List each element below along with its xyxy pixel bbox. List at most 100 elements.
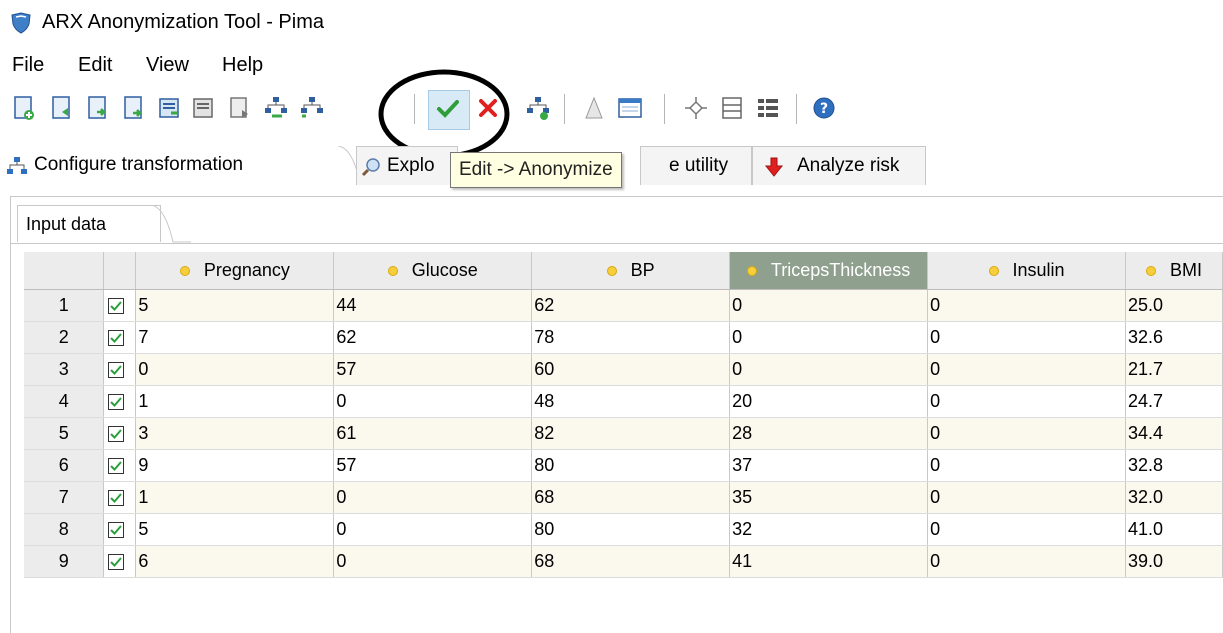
row-checkbox[interactable] [108,330,125,347]
menu-view[interactable]: View [146,54,189,77]
table-cell[interactable]: 0 [927,289,1126,322]
column-header-bp[interactable]: BP [531,252,731,290]
table-cell[interactable]: 78 [531,321,731,354]
table-cell[interactable]: 1 [135,385,335,418]
table-cell[interactable]: 39.0 [1125,545,1223,578]
close-project-icon[interactable] [226,94,254,122]
table-cell[interactable]: 0 [135,353,335,386]
row-checkbox[interactable] [108,298,125,315]
tab-explore[interactable]: Explo [356,146,458,185]
table-cell[interactable]: 32 [729,513,929,546]
open-project-icon[interactable] [48,94,76,122]
table-cell[interactable]: 0 [333,545,533,578]
tab-input-data[interactable]: Input data [17,205,161,242]
table-row[interactable]: 1 5 44 62 0 0 25.0 [24,289,1223,322]
table-cell[interactable]: 0 [927,449,1126,482]
table-cell[interactable]: 7 [135,321,335,354]
save-project-icon[interactable] [84,94,112,122]
table-cell[interactable]: 57 [333,449,533,482]
table-cell[interactable]: 0 [333,481,533,514]
table-row[interactable]: 4 1 0 48 20 0 24.7 [24,385,1223,418]
table-cell[interactable]: 68 [531,481,731,514]
table-cell[interactable]: 1 [135,481,335,514]
new-project-icon[interactable] [10,94,38,122]
table-cell[interactable]: 37 [729,449,929,482]
table-cell[interactable]: 62 [531,289,731,322]
export-data-icon[interactable] [190,94,218,122]
row-checkbox[interactable] [108,490,125,507]
table-cell[interactable]: 0 [927,545,1126,578]
table-cell[interactable]: 0 [729,321,929,354]
find-replace-icon[interactable] [580,94,608,122]
row-checkbox[interactable] [108,458,125,475]
table-cell[interactable]: 32.0 [1125,481,1223,514]
import-data-icon[interactable] [156,94,184,122]
table-row[interactable]: 7 1 0 68 35 0 32.0 [24,481,1223,514]
save-project-as-icon[interactable] [120,94,148,122]
row-checkbox[interactable] [108,362,125,379]
table-cell[interactable]: 82 [531,417,731,450]
table-row[interactable]: 8 5 0 80 32 0 41.0 [24,513,1223,546]
help-icon[interactable]: ? [810,94,838,122]
table-cell[interactable]: 0 [333,385,533,418]
table-cell[interactable]: 0 [927,385,1126,418]
table-cell[interactable]: 0 [927,481,1126,514]
table-cell[interactable]: 24.7 [1125,385,1223,418]
table-cell[interactable]: 32.6 [1125,321,1223,354]
table-cell[interactable]: 0 [927,417,1126,450]
tab-analyze-risk[interactable]: Analyze risk [752,146,926,185]
table-row[interactable]: 3 0 57 60 0 0 21.7 [24,353,1223,386]
table-cell[interactable]: 6 [135,545,335,578]
export-hierarchy-icon[interactable] [298,94,326,122]
tab-analyze-utility[interactable]: e utility [640,146,752,185]
row-checkbox[interactable] [108,394,125,411]
column-header-glucose[interactable]: Glucose [333,252,533,290]
settings-icon[interactable] [616,94,644,122]
tile-view-icon[interactable] [754,94,782,122]
table-cell[interactable]: 80 [531,449,731,482]
table-cell[interactable]: 9 [135,449,335,482]
table-cell[interactable]: 0 [729,353,929,386]
column-header-pregnancy[interactable]: Pregnancy [135,252,335,290]
table-row[interactable]: 9 6 0 68 41 0 39.0 [24,545,1223,578]
column-header-bmi[interactable]: BMI [1125,252,1223,290]
table-cell[interactable]: 44 [333,289,533,322]
row-checkbox[interactable] [108,426,125,443]
table-cell[interactable]: 34.4 [1125,417,1223,450]
table-cell[interactable]: 41.0 [1125,513,1223,546]
table-row[interactable]: 2 7 62 78 0 0 32.6 [24,321,1223,354]
menu-help[interactable]: Help [222,54,263,77]
import-hierarchy-icon[interactable] [262,94,290,122]
table-row[interactable]: 5 3 61 82 28 0 34.4 [24,417,1223,450]
tab-configure-transformation[interactable]: Configure transformation [6,146,348,184]
menu-edit[interactable]: Edit [78,54,112,77]
list-view-icon[interactable] [718,94,746,122]
table-cell[interactable]: 5 [135,513,335,546]
table-cell[interactable]: 28 [729,417,929,450]
table-cell[interactable]: 35 [729,481,929,514]
table-cell[interactable]: 80 [531,513,731,546]
navigate-icon[interactable] [682,94,710,122]
table-cell[interactable]: 61 [333,417,533,450]
table-cell[interactable]: 60 [531,353,731,386]
table-cell[interactable]: 0 [729,289,929,322]
table-cell[interactable]: 48 [531,385,731,418]
table-row[interactable]: 6 9 57 80 37 0 32.8 [24,449,1223,482]
table-cell[interactable]: 0 [927,321,1126,354]
column-header-insulin[interactable]: Insulin [927,252,1126,290]
table-cell[interactable]: 68 [531,545,731,578]
table-cell[interactable]: 41 [729,545,929,578]
table-cell[interactable]: 25.0 [1125,289,1223,322]
table-cell[interactable]: 57 [333,353,533,386]
table-cell[interactable]: 3 [135,417,335,450]
table-cell[interactable]: 32.8 [1125,449,1223,482]
table-cell[interactable]: 0 [333,513,533,546]
row-checkbox[interactable] [108,554,125,571]
menu-file[interactable]: File [12,54,44,77]
column-header-tricepsthickness[interactable]: TricepsThickness [729,252,929,290]
table-cell[interactable]: 21.7 [1125,353,1223,386]
table-cell[interactable]: 5 [135,289,335,322]
table-cell[interactable]: 0 [927,353,1126,386]
row-checkbox[interactable] [108,522,125,539]
table-cell[interactable]: 20 [729,385,929,418]
